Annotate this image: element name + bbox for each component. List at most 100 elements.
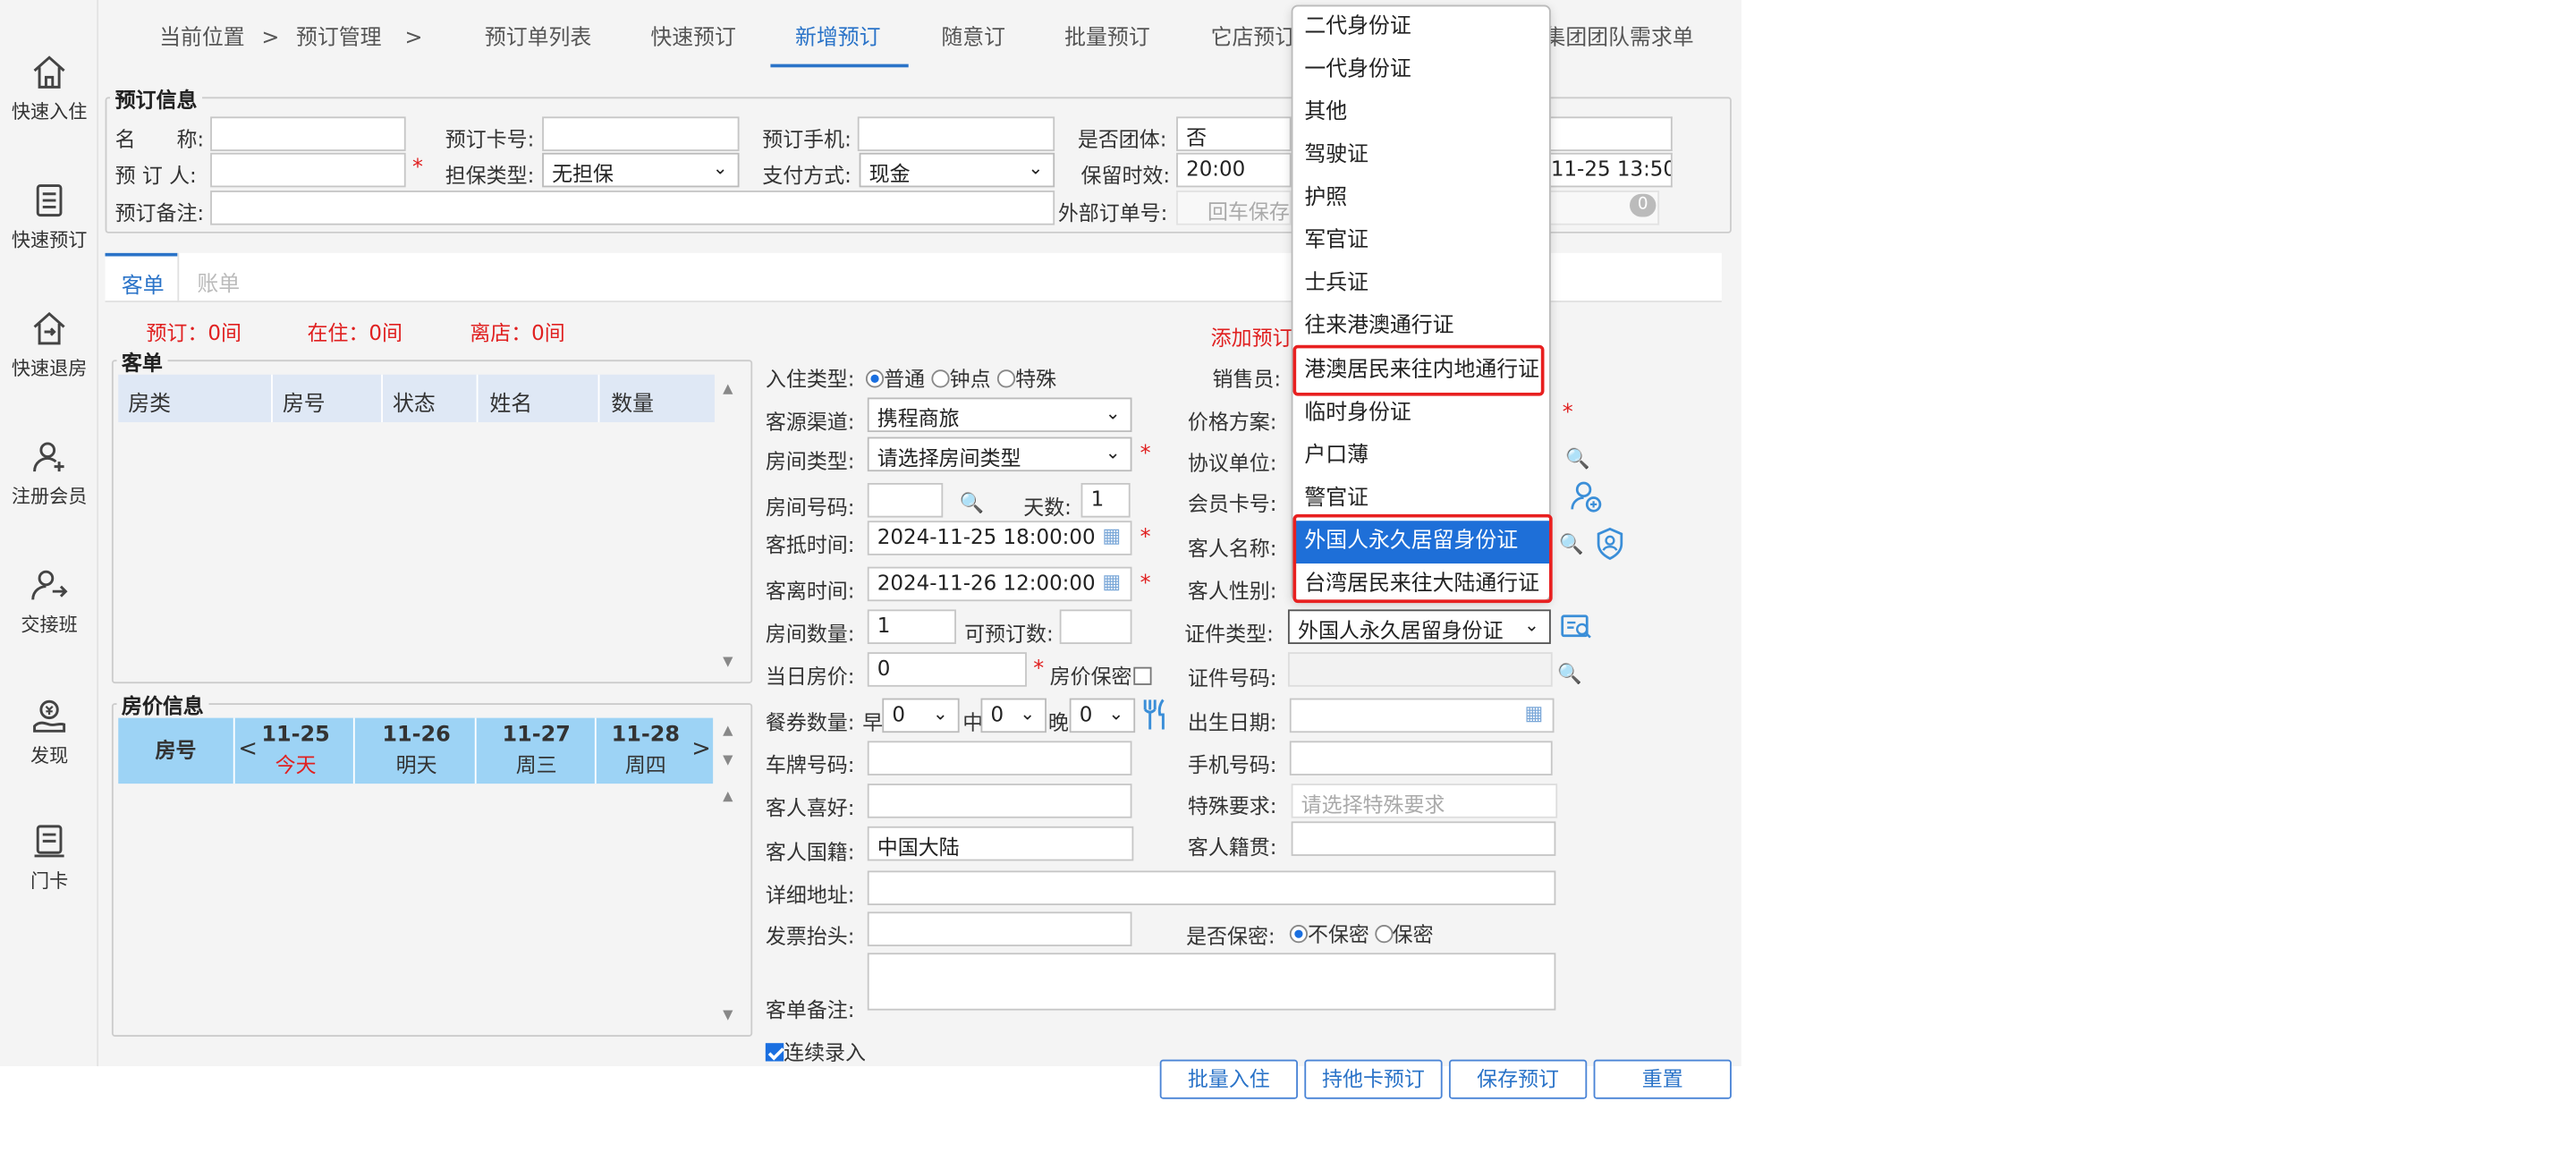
- option-id-card-1[interactable]: 一代身份证: [1292, 49, 1549, 92]
- dinner-select[interactable]: 0 ⌄: [1069, 698, 1136, 733]
- continuous-checkbox[interactable]: [765, 1043, 784, 1062]
- id-type-select[interactable]: 外国人永久居留身份证 ⌄: [1287, 609, 1551, 644]
- radio-secret[interactable]: [1374, 925, 1393, 944]
- option-officer-id[interactable]: 军官证: [1292, 220, 1549, 263]
- next-arrow-icon[interactable]: >: [691, 736, 711, 762]
- sidebar-item-room-card[interactable]: 门卡: [0, 821, 98, 894]
- nation-input[interactable]: 中国大陆: [867, 826, 1134, 861]
- option-passport[interactable]: 护照: [1292, 177, 1549, 220]
- option-other[interactable]: 其他: [1292, 92, 1549, 135]
- add-booking-link[interactable]: 添加预订: [1211, 320, 1293, 352]
- birth-input[interactable]: [1289, 698, 1555, 733]
- search-icon[interactable]: 🔍: [1565, 447, 1589, 470]
- plate-input[interactable]: [867, 741, 1132, 775]
- calendar-icon[interactable]: ▦: [1524, 701, 1543, 725]
- sidebar-item-shift[interactable]: 交接班: [0, 565, 98, 638]
- name-input[interactable]: [210, 116, 406, 151]
- save-booking-button[interactable]: 保存预订: [1448, 1059, 1588, 1099]
- group-field-tail[interactable]: [1550, 116, 1673, 151]
- booking-time-input[interactable]: 11-25 13:50:(: [1550, 152, 1673, 188]
- scroll-up-icon[interactable]: ▲: [723, 789, 733, 804]
- id-no-input[interactable]: [1287, 652, 1553, 687]
- guest-table-scrollbar[interactable]: ▲ ▼: [719, 374, 740, 677]
- search-icon[interactable]: 🔍: [1559, 532, 1583, 555]
- breakfast-select[interactable]: 0 ⌄: [882, 698, 960, 733]
- id-type-dropdown[interactable]: 二代身份证 一代身份证 其他 驾驶证 护照 军官证 士兵证 往来港澳通行证 港澳…: [1291, 4, 1551, 602]
- special-input[interactable]: 请选择特殊要求: [1291, 784, 1558, 818]
- calendar-icon[interactable]: ▦: [1102, 570, 1121, 593]
- reset-button[interactable]: 重置: [1593, 1059, 1732, 1099]
- sidebar-item-quick-booking[interactable]: 快速预订: [0, 181, 98, 253]
- search-icon[interactable]: 🔍: [960, 491, 984, 514]
- scroll-down-icon[interactable]: ▼: [723, 654, 733, 669]
- option-id-card-2[interactable]: 二代身份证: [1292, 6, 1549, 49]
- option-driver-license[interactable]: 驾驶证: [1292, 135, 1549, 178]
- option-soldier-id[interactable]: 士兵证: [1292, 263, 1549, 306]
- room-no-input[interactable]: [867, 482, 944, 518]
- note-label: 预订备注:: [114, 200, 205, 225]
- cutlery-icon[interactable]: [1140, 699, 1170, 736]
- search-icon[interactable]: 🔍: [1557, 662, 1581, 685]
- price-day-3[interactable]: 11-27 周三: [477, 718, 597, 784]
- room-type-select[interactable]: 请选择房间类型 ⌄: [867, 436, 1132, 472]
- id-scan-icon[interactable]: [1561, 613, 1594, 648]
- option-temp-id[interactable]: 临时身份证: [1292, 393, 1549, 436]
- room-count-input[interactable]: 1: [867, 609, 956, 644]
- option-hk-macau-pass[interactable]: 往来港澳通行证: [1292, 306, 1549, 349]
- radio-special[interactable]: [996, 369, 1016, 388]
- pay-select[interactable]: 现金 ⌄: [859, 152, 1055, 188]
- keep-input[interactable]: 20:00: [1176, 152, 1292, 188]
- tab-group-demand[interactable]: 集团团队需求单: [1544, 20, 1693, 51]
- phone-input[interactable]: [857, 116, 1055, 151]
- mobile-input[interactable]: [1289, 741, 1553, 775]
- address-input[interactable]: [867, 870, 1556, 906]
- note-input[interactable]: [210, 191, 1055, 225]
- guest-note-textarea[interactable]: [867, 953, 1556, 1011]
- other-card-booking-button[interactable]: 持他卡预订: [1304, 1059, 1443, 1099]
- day-price-input[interactable]: 0: [867, 652, 1027, 687]
- sidebar-item-register-member[interactable]: 注册会员: [0, 437, 98, 510]
- scroll-up-icon[interactable]: ▲: [723, 723, 733, 738]
- days-input[interactable]: 1: [1080, 482, 1131, 518]
- price-day-2[interactable]: 11-26 明天: [357, 718, 477, 784]
- radio-not-secret[interactable]: [1289, 925, 1309, 944]
- tab-booking-list[interactable]: 预订单列表: [485, 20, 591, 51]
- sidebar-item-discover[interactable]: 发现: [0, 697, 98, 769]
- price-secret-checkbox[interactable]: [1133, 666, 1152, 685]
- scroll-up-icon[interactable]: ▲: [723, 381, 733, 396]
- guarantee-select[interactable]: 无担保 ⌄: [542, 152, 740, 188]
- shield-user-icon[interactable]: [1595, 527, 1624, 565]
- radio-hourly[interactable]: [931, 369, 950, 388]
- card-input[interactable]: [542, 116, 740, 151]
- booker-label: 预 订 人:: [114, 162, 197, 188]
- pref-input[interactable]: [867, 784, 1132, 818]
- arrive-input[interactable]: 2024-11-25 18:00:00: [867, 521, 1132, 555]
- tab-bill[interactable]: 账单: [197, 267, 240, 298]
- option-household-register[interactable]: 户口薄: [1292, 436, 1549, 479]
- price-day-4[interactable]: 11-28 周四: [597, 718, 695, 784]
- tab-casual-booking[interactable]: 随意订: [941, 20, 1005, 51]
- scroll-down-icon[interactable]: ▼: [723, 1007, 733, 1022]
- leave-input[interactable]: 2024-11-26 12:00:00: [867, 566, 1132, 602]
- tab-quick-booking[interactable]: 快速预订: [650, 20, 736, 51]
- scroll-down-icon[interactable]: ▼: [723, 752, 733, 767]
- sidebar-item-quick-checkout[interactable]: 快速退房: [0, 309, 98, 381]
- radio-normal[interactable]: [865, 369, 885, 388]
- member-add-icon[interactable]: [1571, 479, 1604, 517]
- ext-order-input[interactable]: 回车保存: [1176, 191, 1292, 225]
- tab-guest-order[interactable]: 客单: [122, 267, 165, 300]
- tab-other-store-booking[interactable]: 它店预订: [1211, 20, 1297, 51]
- lunch-select[interactable]: 0 ⌄: [980, 698, 1046, 733]
- sidebar-item-quick-checkin[interactable]: 快速入住: [0, 53, 98, 125]
- origin-input[interactable]: [1291, 821, 1556, 856]
- batch-checkin-button[interactable]: 批量入住: [1159, 1059, 1298, 1099]
- price-day-1[interactable]: 11-25 今天: [238, 718, 353, 784]
- calendar-icon[interactable]: ▦: [1102, 524, 1121, 547]
- tab-batch-booking[interactable]: 批量预订: [1064, 20, 1150, 51]
- booker-input[interactable]: [210, 152, 406, 188]
- price-scrollbar[interactable]: ▲ ▼ ▲ ▼: [719, 717, 740, 1030]
- invoice-input[interactable]: [867, 911, 1132, 946]
- tab-new-booking[interactable]: 新增预订: [795, 20, 881, 51]
- group-select[interactable]: 否: [1176, 116, 1292, 151]
- channel-select[interactable]: 携程商旅 ⌄: [867, 397, 1132, 433]
